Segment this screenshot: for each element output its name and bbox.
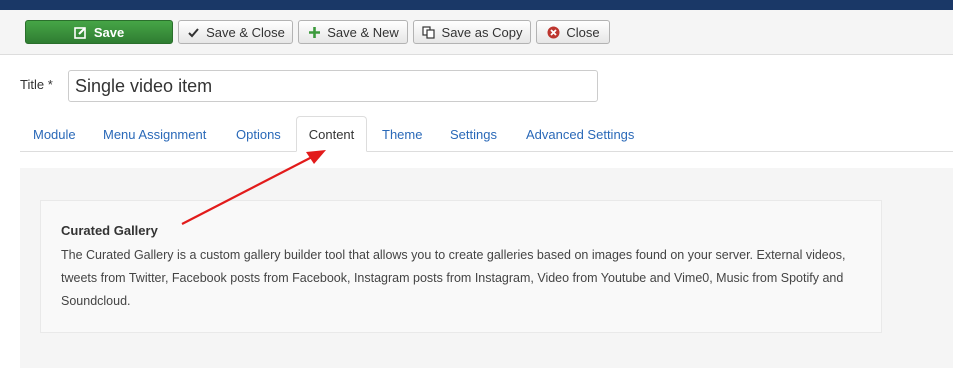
annotation-arrow — [181, 150, 326, 225]
